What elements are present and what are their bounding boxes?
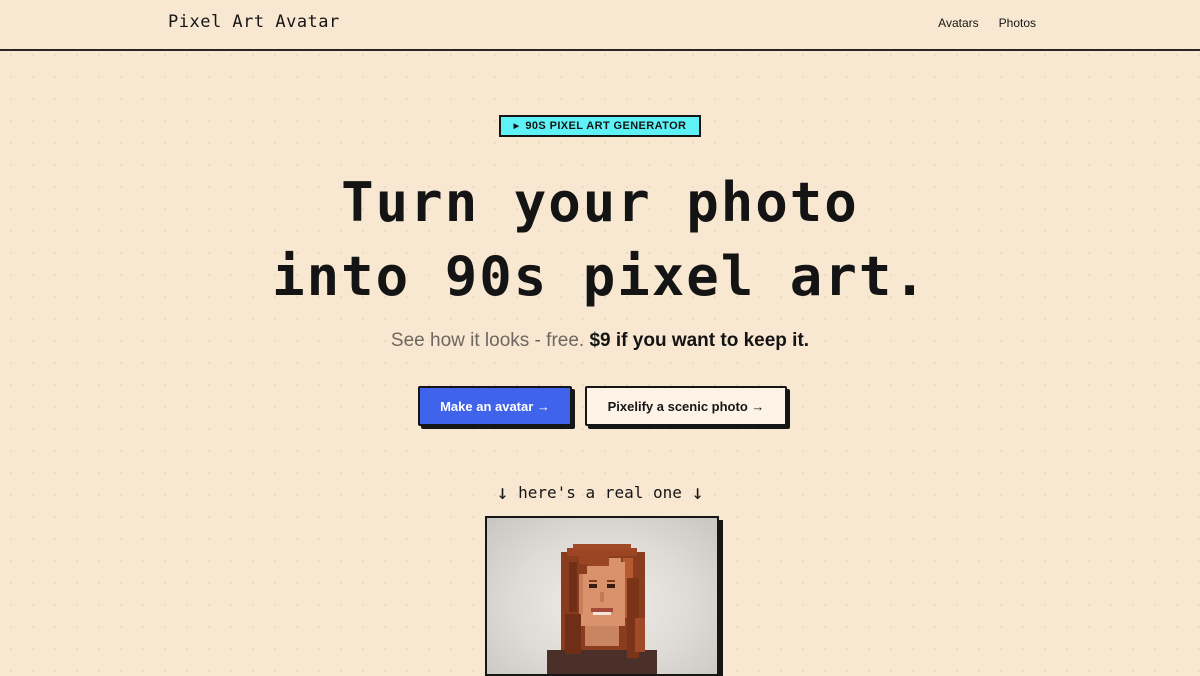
example-label-text: here's a real one [518,483,682,502]
hero-headline: Turn your photo into 90s pixel art. [0,166,1200,314]
hero-headline-line1: Turn your photo [341,171,859,234]
hero-badge-label: 90S PIXEL ART GENERATOR [525,120,687,132]
hero-subtitle-plain: See how it looks - free. [390,330,585,351]
nav-link-avatars[interactable]: Avatars [938,16,978,30]
hero-subtitle: See how it looks - free. $9 if you want … [0,330,1200,352]
arrow-down-icon: ↓ [496,480,509,504]
arrow-down-icon: ↓ [691,480,704,504]
example-label: ↓ here's a real one ↓ [0,480,1200,504]
hero-badge: ▶ 90S PIXEL ART GENERATOR [499,115,701,137]
play-triangle-icon: ▶ [513,122,520,130]
top-navbar: Pixel Art Avatar Avatars Photos [0,0,1200,51]
pixel-portrait [547,544,657,674]
nav-link-photos[interactable]: Photos [999,16,1036,30]
brand-logo-text[interactable]: Pixel Art Avatar [168,12,340,32]
example-avatar-image [485,516,719,676]
hero-subtitle-price: $9 if you want to keep it. [589,330,810,351]
hero-headline-line2: into 90s pixel art. [272,245,928,308]
pixelify-photo-button[interactable]: Pixelify a scenic photo → [585,386,787,426]
nav-links: Avatars Photos [938,16,1036,30]
make-avatar-button[interactable]: Make an avatar → [418,386,572,426]
